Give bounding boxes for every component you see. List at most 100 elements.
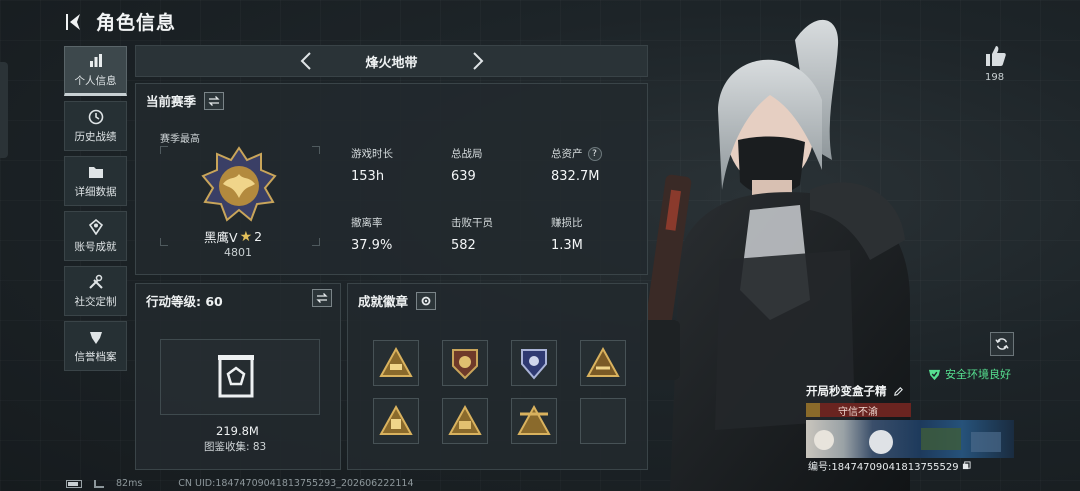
- action-level-panel: 行动等级: 60 219.8M 图鉴收集: 83: [135, 283, 341, 470]
- badge-slot-1[interactable]: [373, 340, 419, 386]
- page-header: 角色信息: [64, 8, 176, 35]
- achievement-badges-panel: 成就徽章: [347, 283, 648, 470]
- stat-profit-ratio: 赚损比 1.3M: [551, 215, 583, 253]
- rank-name: 黑鹰V: [204, 230, 238, 245]
- stat-label: 撤离率: [351, 217, 383, 229]
- collection-count: 图鉴收集: 83: [204, 441, 267, 453]
- player-nickname: 开局秒变盒子精: [806, 384, 887, 398]
- triangle-badge-icon: [586, 346, 620, 377]
- sidebar-item-history[interactable]: 历史战绩: [64, 101, 127, 151]
- back-arrow-icon: [66, 13, 80, 30]
- honor-text: 守信不渝: [838, 406, 878, 418]
- edit-pencil-icon[interactable]: [893, 386, 904, 397]
- folder-icon: [88, 166, 103, 178]
- stat-value: 582: [451, 238, 476, 253]
- like-count: 198: [985, 72, 1005, 83]
- tools-icon: [88, 274, 103, 289]
- stat-value: 639: [451, 169, 476, 184]
- sidebar-item-label: 账号成就: [74, 240, 117, 253]
- stat-label: 赚损比: [551, 217, 583, 229]
- triangle-badge-icon: [448, 404, 482, 435]
- swap-icon: [316, 293, 328, 303]
- star-icon: ★: [239, 228, 253, 245]
- sidebar-item-label: 社交定制: [74, 295, 117, 308]
- chevron-right-icon[interactable]: [466, 50, 488, 72]
- stat-label: 总资产: [551, 148, 583, 160]
- sidebar-item-label: 历史战绩: [74, 130, 117, 143]
- shield-check-icon: [928, 369, 941, 380]
- season-panel: 当前赛季 赛季最高 黑鹰V ★ 2 4801 游戏时长 153h 总战局 639…: [135, 83, 648, 275]
- honor-icon: [806, 403, 820, 417]
- medal-badge-icon: [452, 349, 478, 380]
- triangle-badge-icon: [379, 404, 413, 435]
- gear-icon: [421, 296, 431, 305]
- sidebar-item-social-custom[interactable]: 社交定制: [64, 266, 127, 316]
- badge-slot-7[interactable]: [511, 398, 557, 444]
- stat-extract-rate: 撤离率 37.9%: [351, 215, 392, 253]
- chevron-left-icon[interactable]: [296, 50, 318, 72]
- rank-title: 黑鹰V ★ 2: [204, 227, 262, 246]
- player-id: 编号:18474709041813755529: [808, 458, 971, 473]
- sidebar: 个人信息 历史战绩 详细数据 账号成就 社交定制 信誉档案: [64, 46, 127, 376]
- back-button[interactable]: [64, 11, 86, 33]
- season-title: 当前赛季: [146, 94, 197, 109]
- stat-label: 击败干员: [451, 217, 493, 229]
- badges-settings-button[interactable]: [416, 291, 437, 310]
- winged-badge-icon: [517, 404, 551, 435]
- rank-stars: 2: [254, 229, 263, 244]
- player-banner-image[interactable]: [806, 420, 1014, 458]
- page-title: 角色信息: [96, 12, 177, 34]
- badge-slot-4[interactable]: [580, 340, 626, 386]
- bar-chart-icon: [89, 53, 102, 67]
- map-name: 烽火地带: [365, 55, 418, 71]
- collection-value: 219.8M: [216, 424, 259, 438]
- badge-slot-6[interactable]: [442, 398, 488, 444]
- sidebar-item-credit-archive[interactable]: 信誉档案: [64, 321, 127, 371]
- stat-value: 832.7M: [551, 169, 600, 184]
- collection-cabinet-icon: [218, 355, 254, 398]
- stat-value: 153h: [351, 169, 385, 184]
- rank-emblem-icon: [201, 146, 277, 222]
- shield-badge-icon: [521, 349, 547, 380]
- stat-total-assets: 总资产? 832.7M: [551, 146, 602, 184]
- refresh-button[interactable]: [990, 332, 1014, 356]
- signal-icon: [94, 479, 104, 488]
- badge-slot-2[interactable]: [442, 340, 488, 386]
- stat-label: 游戏时长: [351, 148, 393, 160]
- player-id-text: 编号:18474709041813755529: [808, 462, 959, 473]
- sidebar-item-personal-info[interactable]: 个人信息: [64, 46, 127, 96]
- sidebar-item-achievements[interactable]: 账号成就: [64, 211, 127, 261]
- stat-label: 总战局: [451, 148, 483, 160]
- badge-slot-empty[interactable]: [580, 398, 626, 444]
- thumbs-up-icon[interactable]: [984, 44, 1008, 68]
- rank-score: 4801: [224, 246, 252, 259]
- map-selector: 烽火地带: [135, 45, 648, 77]
- stat-value: 37.9%: [351, 238, 393, 253]
- swap-icon: [208, 95, 220, 106]
- ping-value: 82ms: [116, 478, 143, 489]
- badges-title: 成就徽章: [358, 294, 409, 309]
- season-best-label: 赛季最高: [160, 134, 200, 145]
- shield-icon: [89, 331, 102, 344]
- safe-environment-text: 安全环境良好: [945, 368, 1011, 381]
- battery-icon: [66, 479, 82, 488]
- sidebar-item-detailed-data[interactable]: 详细数据: [64, 156, 127, 206]
- sidebar-item-label: 个人信息: [74, 74, 117, 87]
- safe-environment-status: 安全环境良好: [928, 366, 1011, 382]
- season-switch-button[interactable]: [204, 91, 225, 110]
- stat-value: 1.3M: [551, 238, 583, 253]
- stat-kills: 击败干员 582: [451, 215, 493, 253]
- badge-slot-3[interactable]: [511, 340, 557, 386]
- stat-play-time: 游戏时长 153h: [351, 146, 393, 184]
- action-level-title: 行动等级: 60: [146, 294, 223, 309]
- sidebar-item-label: 信誉档案: [74, 350, 117, 363]
- badge-slot-5[interactable]: [373, 398, 419, 444]
- edge-handle[interactable]: [0, 62, 8, 158]
- help-icon[interactable]: ?: [587, 146, 602, 161]
- copy-icon[interactable]: [962, 461, 971, 470]
- triangle-badge-icon: [379, 346, 413, 377]
- level-switch-button[interactable]: [312, 289, 332, 307]
- uid-text: CN UID:18474709041813755293_202606222114: [178, 478, 414, 489]
- status-bar: 82ms CN UID:18474709041813755293_2026062…: [66, 478, 414, 489]
- player-card: 开局秒变盒子精 守信不渝: [806, 383, 1014, 458]
